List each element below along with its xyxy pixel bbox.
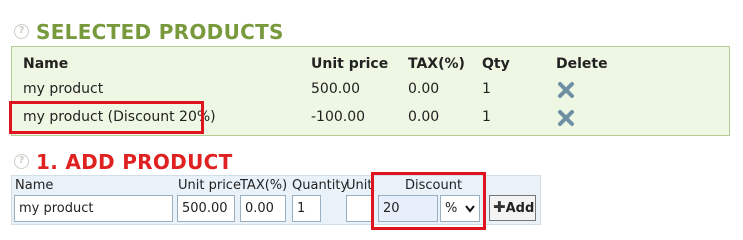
row-1-tax: 0.00 (408, 81, 440, 97)
row-1-qty: 1 (482, 81, 491, 97)
row-2-qty: 1 (482, 109, 491, 125)
add-button[interactable]: ✚Add (489, 195, 536, 221)
delete-row-2-icon[interactable] (557, 109, 575, 127)
label-unit-price: Unit price (178, 178, 241, 193)
row-2-tax: 0.00 (408, 109, 440, 125)
selected-products-title: SELECTED PRODUCTS (36, 20, 284, 44)
col-header-unit-price: Unit price (311, 56, 389, 72)
col-header-tax: TAX(%) (408, 56, 465, 72)
col-header-qty: Qty (482, 56, 510, 72)
name-input[interactable]: my product (14, 195, 173, 222)
row-1-unit-price: 500.00 (311, 81, 360, 97)
help-icon[interactable]: ? (14, 24, 29, 39)
label-name: Name (15, 178, 54, 193)
tax-input[interactable]: 0.00 (240, 195, 286, 222)
row-1-name: my product (23, 81, 104, 97)
unit-price-input[interactable]: 500.00 (177, 195, 235, 222)
label-unit: Unit (346, 178, 373, 193)
highlight-discount-group (371, 172, 486, 230)
label-tax: TAX(%) (240, 178, 288, 193)
help-icon[interactable]: ? (14, 154, 29, 169)
plus-icon: ✚ (493, 198, 506, 216)
add-product-title: 1. ADD PRODUCT (36, 150, 233, 174)
col-header-delete: Delete (556, 56, 608, 72)
delete-row-1-icon[interactable] (557, 81, 575, 99)
col-header-name: Name (23, 56, 69, 72)
add-button-label: Add (505, 201, 535, 216)
highlight-discount-row (9, 101, 204, 134)
row-2-unit-price: -100.00 (311, 109, 366, 125)
quantity-input[interactable]: 1 (292, 195, 321, 222)
unit-input[interactable] (346, 195, 374, 222)
label-quantity: Quantity (292, 178, 349, 193)
